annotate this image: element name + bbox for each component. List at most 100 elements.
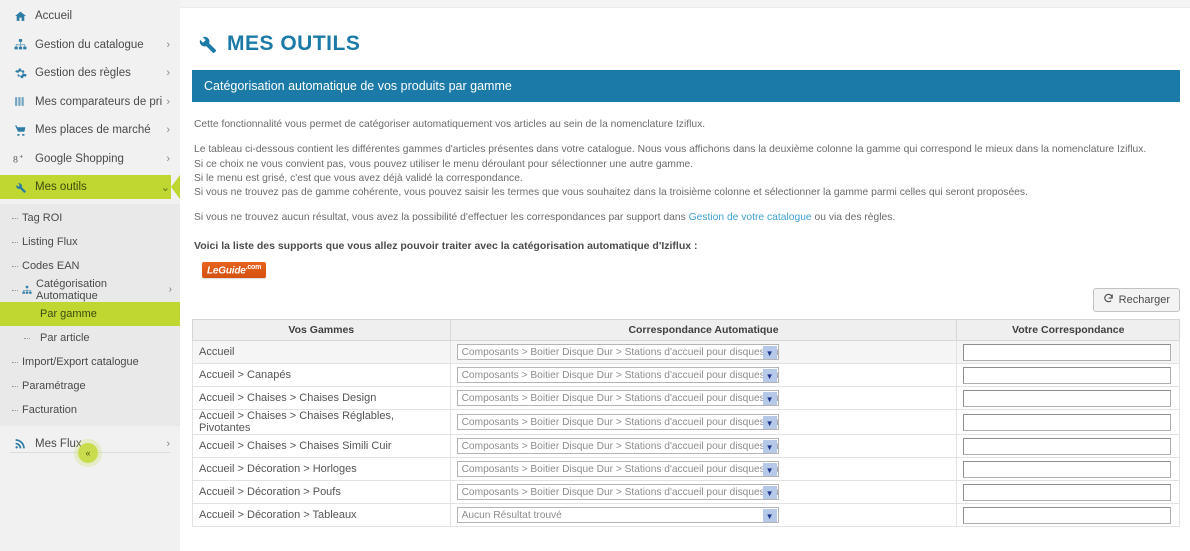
cell-vos-gammes: Accueil > Chaises > Chaises Design [192, 386, 451, 411]
cart-icon [10, 124, 30, 137]
intro-line-5-pre: Si vous ne trouvez aucun résultat, vous … [194, 212, 689, 224]
sitemap-icon [22, 285, 32, 295]
chevron-down-icon: ▼ [762, 392, 777, 406]
intro-line-2: Si ce choix ne vous convient pas, vous p… [194, 158, 694, 170]
votre-correspondance-input[interactable] [963, 483, 1172, 501]
sidebar-item-label: Mes places de marché [35, 124, 151, 136]
wrench-icon [196, 33, 218, 55]
sidebar-subitem-tag-roi[interactable]: Tag ROI [0, 206, 180, 230]
correspondance-select[interactable]: Composants > Boitier Disque Dur > Statio… [456, 438, 779, 455]
correspondance-select[interactable]: Composants > Boitier Disque Dur > Statio… [456, 344, 779, 361]
app-root: Accueil Gestion du catalogue › Gestion des … [0, 0, 1190, 551]
correspondance-select-value: Composants > Boitier Disque Dur > Statio… [461, 463, 779, 475]
cell-vos-gammes: Accueil > Canapés [192, 363, 451, 388]
intro-line-3: Si le menu est grisé, c'est que vous ave… [194, 172, 523, 184]
correspondance-select-value: Aucun Résultat trouvé [461, 509, 562, 521]
correspondance-select[interactable]: Composants > Boitier Disque Dur > Statio… [456, 367, 779, 384]
sidebar-item-google-shopping[interactable]: 8 + Google Shopping › [0, 147, 180, 171]
sidebar-subitem-label: Paramétrage [22, 379, 86, 392]
cell-votre-correspondance [956, 340, 1180, 365]
correspondance-select[interactable]: Composants > Boitier Disque Dur > Statio… [456, 390, 779, 407]
sidebar-subitem-listing-flux[interactable]: Listing Flux [0, 230, 180, 254]
sidebar-subitem-facturation[interactable]: Facturation [0, 398, 180, 422]
correspondance-select[interactable]: Aucun Résultat trouvé ▼ [456, 507, 779, 524]
correspondance-select[interactable]: Composants > Boitier Disque Dur > Statio… [456, 484, 779, 501]
reload-button[interactable]: Recharger [1092, 288, 1180, 313]
cell-correspondance-automatique: Composants > Boitier Disque Dur > Statio… [449, 409, 958, 436]
table-row: Accueil > Chaises > Chaises Simili Cuir C… [192, 434, 1180, 459]
cell-correspondance-automatique: Composants > Boitier Disque Dur > Statio… [449, 386, 958, 411]
table-header-row: Vos Gammes Correspondance Automatique Vo… [192, 319, 1180, 342]
chevron-right-icon: › [166, 124, 170, 136]
refresh-icon [1103, 293, 1114, 307]
cell-vos-gammes: Accueil > Décoration > Horloges [192, 457, 451, 482]
votre-correspondance-input[interactable] [963, 413, 1172, 431]
chevron-right-icon: › [166, 67, 170, 79]
sidebar-subitem-label: Par gamme [40, 307, 97, 320]
correspondance-select-value: Composants > Boitier Disque Dur > Statio… [461, 346, 779, 358]
rss-icon [10, 437, 30, 450]
home-icon [10, 10, 30, 23]
gammes-table: Vos Gammes Correspondance Automatique Vo… [192, 319, 1180, 528]
cell-vos-gammes: Accueil > Décoration > Tableaux [192, 503, 451, 528]
column-header-correspondance-automatique: Correspondance Automatique [449, 319, 958, 342]
cell-correspondance-automatique: Composants > Boitier Disque Dur > Statio… [449, 363, 958, 388]
correspondance-select-value: Composants > Boitier Disque Dur > Statio… [461, 392, 779, 404]
reload-button-label: Recharger [1118, 294, 1170, 307]
wrench-icon [10, 181, 30, 194]
chevron-right-icon: › [166, 38, 170, 51]
sidebar-item-accueil[interactable]: Accueil [0, 4, 180, 28]
votre-correspondance-input[interactable] [963, 366, 1172, 384]
sidebar-subitem-param-trage[interactable]: Paramétrage [0, 374, 180, 398]
chevron-down-icon: ▼ [762, 463, 777, 477]
chevron-right-icon: › [166, 437, 170, 450]
table-row: Accueil > Décoration > Poufs Composants >… [192, 480, 1180, 505]
sidebar-item-mes-places-de-march[interactable]: Mes places de marché › [0, 118, 180, 142]
intro-paragraph-3: Si vous ne trouvez aucun résultat, vous … [194, 211, 1176, 225]
votre-correspondance-input[interactable] [963, 343, 1172, 361]
cell-correspondance-automatique: Aucun Résultat trouvé ▼ [449, 503, 958, 528]
supports-heading: Voici la liste des supports que vous all… [194, 240, 698, 253]
sidebar-subitem-cat-gorisation-automatique[interactable]: Catégorisation Automatique › [0, 278, 180, 302]
page-title-text: MES OUTILS [227, 32, 361, 56]
sidebar-item-mes-outils[interactable]: Mes outils ⌄ [0, 175, 180, 199]
table-row: Accueil > Décoration > Tableaux Aucun Rés… [192, 503, 1180, 528]
sitemap-icon [10, 38, 30, 51]
cell-correspondance-automatique: Composants > Boitier Disque Dur > Statio… [449, 457, 958, 482]
sidebar-subitem-par-gamme[interactable]: Par gamme [0, 301, 180, 326]
intro-line-5-post: ou via des règles. [811, 212, 896, 224]
sidebar-item-label: Mes outils [35, 181, 87, 193]
sidebar-item-gestion-du-catalogue[interactable]: Gestion du catalogue › [0, 33, 180, 57]
sidebar-subitem-codes-ean[interactable]: Codes EAN [0, 254, 180, 278]
cell-votre-correspondance [956, 409, 1180, 436]
cell-votre-correspondance [956, 480, 1180, 505]
sidebar: Accueil Gestion du catalogue › Gestion des … [0, 0, 180, 551]
sidebar-subitem-par-article[interactable]: Par article [0, 326, 180, 350]
sidebar-subitem-label: Tag ROI [22, 211, 63, 224]
chevron-down-icon: ⌄ [160, 181, 170, 194]
chevron-right-icon: › [168, 284, 172, 295]
toolbar-row: Recharger [180, 278, 1190, 313]
votre-correspondance-input[interactable] [963, 460, 1172, 478]
correspondance-select[interactable]: Composants > Boitier Disque Dur > Statio… [456, 461, 779, 478]
svg-text:8: 8 [13, 154, 18, 165]
sidebar-item-gestion-des-r-gles[interactable]: Gestion des règles › [0, 61, 180, 85]
correspondance-select-value: Composants > Boitier Disque Dur > Statio… [461, 486, 779, 498]
table-row: Accueil > Canapés Composants > Boitier Di… [192, 363, 1180, 388]
svg-text:+: + [19, 153, 23, 160]
sidebar-subitem-import-export-catalogue[interactable]: Import/Export catalogue [0, 350, 180, 374]
votre-correspondance-input[interactable] [963, 389, 1172, 407]
gear-icon [10, 67, 30, 80]
table-body: Accueil Composants > Boitier Disque Dur >… [192, 340, 1180, 528]
sidebar-subitem-label: Catégorisation Automatique [36, 277, 107, 302]
cell-vos-gammes: Accueil > Chaises > Chaises Réglables, P… [192, 409, 451, 436]
votre-correspondance-input[interactable] [963, 506, 1172, 524]
correspondance-select[interactable]: Composants > Boitier Disque Dur > Statio… [456, 414, 779, 431]
votre-correspondance-input[interactable] [963, 437, 1172, 455]
intro-line-4: Si vous ne trouvez pas de gamme cohérent… [194, 186, 1028, 198]
sidebar-item-mes-comparateurs-de-prix[interactable]: Mes comparateurs de prix › [0, 90, 180, 114]
section-banner-text: Catégorisation automatique de vos produi… [204, 79, 512, 94]
chevron-down-icon: ▼ [762, 509, 777, 523]
sidebar-collapse-button[interactable]: « [78, 443, 98, 463]
catalogue-management-link[interactable]: Gestion de votre catalogue [689, 212, 812, 223]
